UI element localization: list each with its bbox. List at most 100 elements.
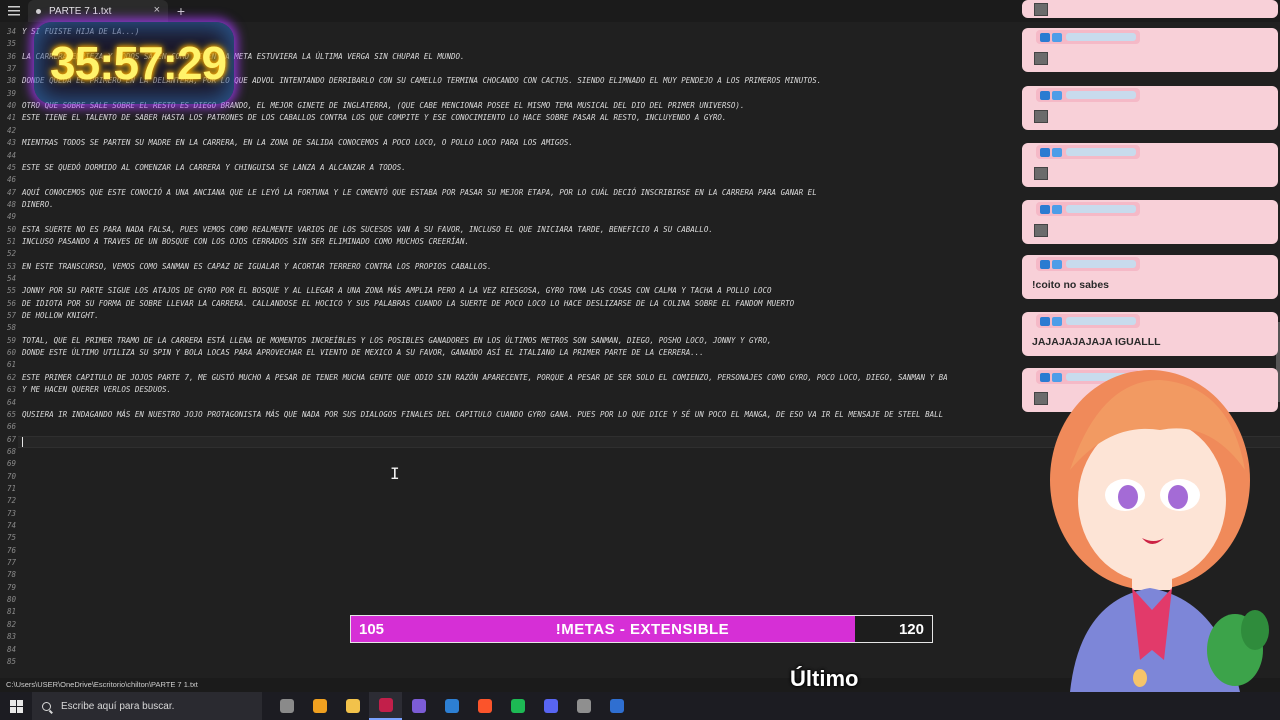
line-text: INCLUSO PASANDO A TRAVES DE UN BOSQUE CO… [22, 236, 470, 246]
menu-icon[interactable] [0, 0, 28, 22]
badge-icon [1040, 259, 1050, 269]
username-redacted [1066, 148, 1136, 156]
notepad-icon[interactable] [369, 692, 402, 720]
tab-parte-7[interactable]: PARTE 7 1.txt × [28, 0, 168, 22]
line-number: 60 [6, 348, 16, 358]
line-number: 52 [6, 249, 16, 259]
chat-message [1022, 86, 1278, 130]
streaming-app-icon[interactable] [600, 692, 633, 720]
username-redacted [1066, 91, 1136, 99]
line-number: 47 [6, 187, 16, 197]
line-number: 69 [6, 459, 16, 469]
chat-message: !coito no sabes [1022, 255, 1278, 299]
file-explorer-icon[interactable] [336, 692, 369, 720]
line-number: 67 [6, 434, 16, 444]
line-number: 65 [6, 409, 16, 419]
line-number: 35 [6, 39, 16, 49]
line-number: 38 [6, 76, 16, 86]
unsaved-dot-icon [36, 8, 41, 14]
line-text: DINERO. [22, 199, 54, 209]
line-number: 78 [6, 570, 16, 580]
line-number: 79 [6, 582, 16, 592]
goal-bar: 105 !METAS - EXTENSIBLE 120 [350, 615, 933, 643]
chat-message [1022, 143, 1278, 187]
chat-overlay: !coito no sabes JAJAJAJAJAJA IGUALLL [1020, 0, 1280, 420]
line-number: 34 [6, 27, 16, 36]
brave-browser-icon-glyph [477, 699, 492, 713]
badge-icon [1052, 259, 1062, 269]
line-number: 50 [6, 224, 16, 234]
username-redacted [1066, 205, 1136, 213]
obs-icon[interactable] [567, 692, 600, 720]
badge-icon [1052, 316, 1062, 326]
emote-icon [1034, 110, 1048, 123]
line-number: 66 [6, 422, 16, 432]
line-number: 82 [6, 619, 16, 629]
line-number: 41 [6, 113, 16, 123]
search-placeholder: Escribe aquí para buscar. [61, 700, 175, 712]
chat-username-badge [1036, 145, 1140, 159]
medal-app-icon[interactable] [303, 692, 336, 720]
discord-icon-glyph [543, 699, 558, 713]
obs-icon-glyph [576, 699, 591, 713]
line-number: 36 [6, 51, 16, 61]
line-text: ESTE TIENE EL TALENTO DE SABER HASTA LOS… [22, 113, 727, 123]
start-button[interactable] [0, 692, 32, 720]
goal-label: !METAS - EXTENSIBLE [555, 621, 730, 638]
line-number: 49 [6, 212, 16, 222]
line-number: 42 [6, 125, 16, 135]
chat-username-badge [1036, 314, 1140, 328]
hamburger-icon [8, 6, 20, 16]
chat-message [1022, 28, 1278, 72]
line-text: DE IDIOTA POR SU FORMA DE SOBRE LLEVAR L… [22, 298, 795, 308]
emote-icon [1034, 3, 1048, 16]
vtuber-avatar [1050, 370, 1269, 692]
line-number: 39 [6, 88, 16, 98]
timer-value: 35:57:29 [50, 37, 227, 89]
line-number: 70 [6, 471, 16, 481]
line-number: 62 [6, 372, 16, 382]
line-number: 75 [6, 533, 16, 543]
taskbar-search[interactable]: Escribe aquí para buscar. [32, 692, 262, 720]
line-number: 59 [6, 335, 16, 345]
username-redacted [1066, 260, 1136, 268]
stream-timer: 35:57:29 [34, 22, 234, 104]
line-text: JONNY POR SU PARTE SIGUE LOS ATAJOS DE G… [22, 286, 772, 296]
line-text: ESTE PRIMER CAPITULO DE JOJOS PARTE 7, M… [22, 372, 948, 382]
badge-icon [1040, 147, 1050, 157]
line-number: 73 [6, 508, 16, 518]
emote-icon [1034, 224, 1048, 237]
chat-message [1022, 0, 1278, 18]
settings-app-icon[interactable] [270, 692, 303, 720]
new-tab-button[interactable]: + [168, 0, 194, 22]
line-number: 58 [6, 323, 16, 333]
file-explorer-icon-glyph [345, 699, 360, 713]
close-tab-icon[interactable]: × [154, 4, 160, 16]
goal-target: 120 [898, 621, 924, 638]
spotify-icon[interactable] [501, 692, 534, 720]
line-number: 44 [6, 150, 16, 160]
line-number: 61 [6, 360, 16, 370]
line-number: 83 [6, 632, 16, 642]
line-number: 80 [6, 595, 16, 605]
line-number: 37 [6, 64, 16, 74]
store-icon-glyph [444, 699, 459, 713]
pen-app-icon[interactable] [402, 692, 435, 720]
line-number: 81 [6, 607, 16, 617]
store-icon[interactable] [435, 692, 468, 720]
chat-username-badge [1036, 202, 1140, 216]
line-number: 68 [6, 446, 16, 456]
line-text: ESTA SUERTE NO ES PARA NADA FALSA, PUES … [22, 224, 713, 234]
badge-icon [1040, 204, 1050, 214]
line-number: 74 [6, 521, 16, 530]
line-number: 55 [6, 286, 16, 296]
taskbar-apps [270, 692, 633, 720]
brave-browser-icon[interactable] [468, 692, 501, 720]
emote-icon [1034, 167, 1048, 180]
line-text: TOTAL, QUE EL PRIMER TRAMO DE LA CARRERA… [22, 335, 772, 345]
discord-icon[interactable] [534, 692, 567, 720]
spotify-icon-glyph [510, 699, 525, 713]
line-number: 54 [6, 274, 16, 283]
badge-icon [1052, 32, 1062, 42]
line-number: 85 [6, 656, 16, 666]
